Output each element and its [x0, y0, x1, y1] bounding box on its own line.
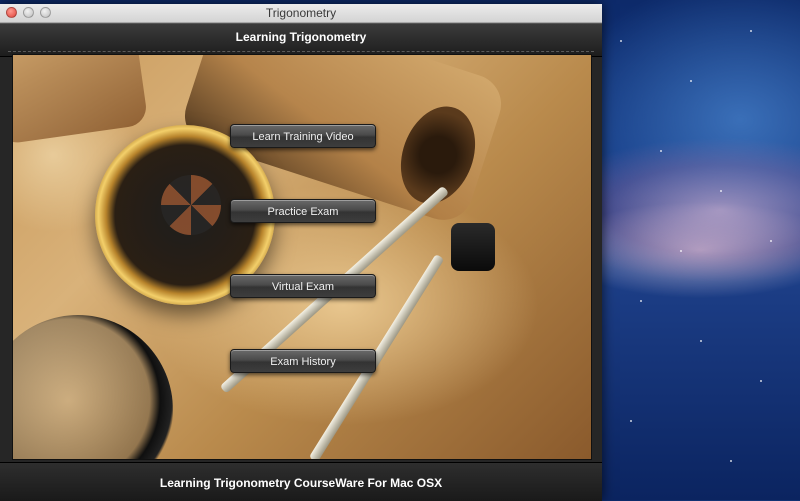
app-footer: Learning Trigonometry CourseWare For Mac… [0, 462, 602, 501]
title-bar: Trigonometry [0, 4, 602, 23]
virtual-exam-button[interactable]: Virtual Exam [230, 274, 376, 298]
footer-title: Learning Trigonometry CourseWare For Mac… [159, 476, 443, 490]
background-magnifier-image [13, 315, 173, 459]
window-title: Trigonometry [265, 6, 337, 20]
app-window: Trigonometry Learning Trigonometry Learn… [0, 4, 602, 501]
header-title: Learning Trigonometry [235, 30, 367, 44]
compass-rose-icon [161, 175, 221, 235]
practice-exam-button[interactable]: Practice Exam [230, 199, 376, 223]
background-scroll-image [13, 55, 149, 146]
header-stitch-divider [8, 51, 594, 52]
exam-history-button[interactable]: Exam History [230, 349, 376, 373]
background-divider-knob-image [451, 223, 495, 271]
main-panel: Learn Training Video Practice Exam Virtu… [12, 54, 592, 460]
app-header: Learning Trigonometry [0, 23, 602, 57]
learn-training-video-button[interactable]: Learn Training Video [230, 124, 376, 148]
desktop-wallpaper [600, 0, 800, 500]
